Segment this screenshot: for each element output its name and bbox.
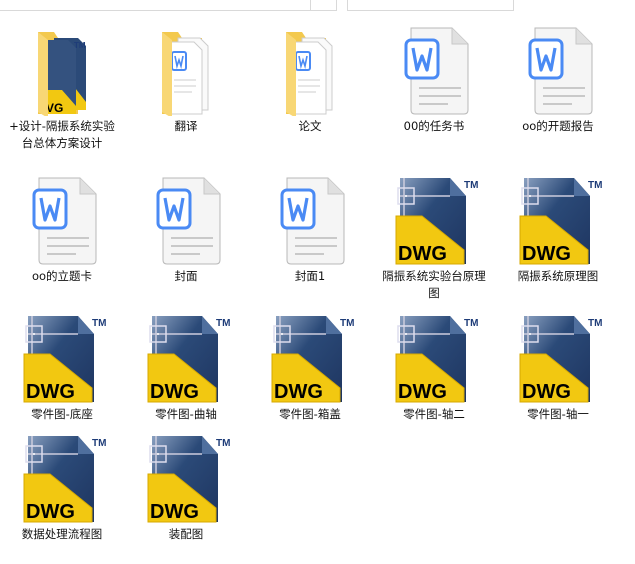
svg-text:TM: TM [464, 318, 478, 329]
dwg-file-icon: DWG TM [496, 314, 620, 404]
svg-text:TM: TM [340, 318, 354, 329]
file-item[interactable]: DWG TM 零件图-曲轴 [124, 314, 248, 423]
file-item[interactable]: 论文 [248, 26, 372, 135]
address-divider [310, 0, 311, 10]
svg-text:TM: TM [588, 180, 602, 191]
file-name: 零件图-曲轴 [155, 407, 217, 421]
svg-text:DWG: DWG [398, 381, 447, 403]
dwg-file-icon: DWG TM [496, 176, 620, 266]
file-item[interactable]: DWG TM 数据处理流程图 [0, 434, 124, 543]
svg-text:DWG: DWG [398, 243, 447, 265]
word-document-icon [372, 26, 496, 116]
address-bar[interactable] [0, 0, 337, 11]
file-item[interactable]: 封面 [124, 176, 248, 285]
file-item[interactable]: DWG TM 隔振系统原理图 [496, 176, 620, 285]
file-name: 论文 [298, 119, 322, 133]
svg-text:TM: TM [216, 438, 230, 449]
dwg-file-icon: DWG TM [372, 314, 496, 404]
file-name: 翻译 [174, 119, 198, 133]
file-item[interactable]: DWG TM 零件图-轴一 [496, 314, 620, 423]
file-name: 00的任务书 [403, 119, 465, 133]
word-document-icon [0, 176, 124, 266]
svg-text:DWG: DWG [150, 501, 199, 523]
dwg-file-icon: DWG TM [124, 434, 248, 524]
file-item[interactable]: TM VG +设计-隔振系统实验台总体方案设计 [0, 26, 124, 152]
toolbar [0, 0, 635, 11]
file-item[interactable]: DWG TM 零件图-底座 [0, 314, 124, 423]
word-document-icon [124, 176, 248, 266]
word-document-icon [248, 176, 372, 266]
file-name: 零件图-轴二 [403, 407, 465, 421]
file-name: 零件图-轴一 [527, 407, 589, 421]
folder-icon: TM VG [0, 26, 124, 116]
svg-text:DWG: DWG [150, 381, 199, 403]
folder-icon [248, 26, 372, 116]
file-item[interactable]: 00的任务书 [372, 26, 496, 135]
file-name: +设计-隔振系统实验台总体方案设计 [9, 119, 115, 150]
folder-icon [124, 26, 248, 116]
file-name: 隔振系统原理图 [517, 269, 599, 283]
svg-text:DWG: DWG [274, 381, 323, 403]
file-name: 隔振系统实验台原理图 [382, 269, 486, 300]
svg-text:TM: TM [464, 180, 478, 191]
file-name: 零件图-箱盖 [279, 407, 341, 421]
search-input[interactable] [347, 0, 514, 11]
file-item[interactable]: 翻译 [124, 26, 248, 135]
svg-text:DWG: DWG [522, 381, 571, 403]
word-document-icon [496, 26, 620, 116]
file-item[interactable]: oo的开题报告 [496, 26, 620, 135]
dwg-file-icon: DWG TM [124, 314, 248, 404]
dwg-file-icon: DWG TM [0, 314, 124, 404]
svg-text:TM: TM [216, 318, 230, 329]
file-name: 封面 [174, 269, 198, 283]
file-item[interactable]: DWG TM 装配图 [124, 434, 248, 543]
svg-text:DWG: DWG [26, 381, 75, 403]
file-item[interactable]: DWG TM 零件图-箱盖 [248, 314, 372, 423]
file-item[interactable]: DWG TM 零件图-轴二 [372, 314, 496, 423]
file-item[interactable]: oo的立题卡 [0, 176, 124, 285]
dwg-file-icon: DWG TM [372, 176, 496, 266]
file-item[interactable]: DWG TM 隔振系统实验台原理图 [372, 176, 496, 302]
svg-text:TM: TM [92, 438, 106, 449]
svg-text:VG: VG [46, 101, 63, 115]
svg-text:DWG: DWG [26, 501, 75, 523]
svg-text:DWG: DWG [522, 243, 571, 265]
svg-text:TM: TM [92, 318, 106, 329]
svg-text:TM: TM [588, 318, 602, 329]
file-name: 封面1 [294, 269, 326, 283]
file-name: 装配图 [168, 527, 204, 541]
file-name: 零件图-底座 [31, 407, 93, 421]
file-name: 数据处理流程图 [21, 527, 103, 541]
file-item[interactable]: 封面1 [248, 176, 372, 285]
file-name: oo的开题报告 [522, 119, 594, 133]
file-name: oo的立题卡 [31, 269, 93, 283]
dwg-file-icon: DWG TM [0, 434, 124, 524]
dwg-file-icon: DWG TM [248, 314, 372, 404]
